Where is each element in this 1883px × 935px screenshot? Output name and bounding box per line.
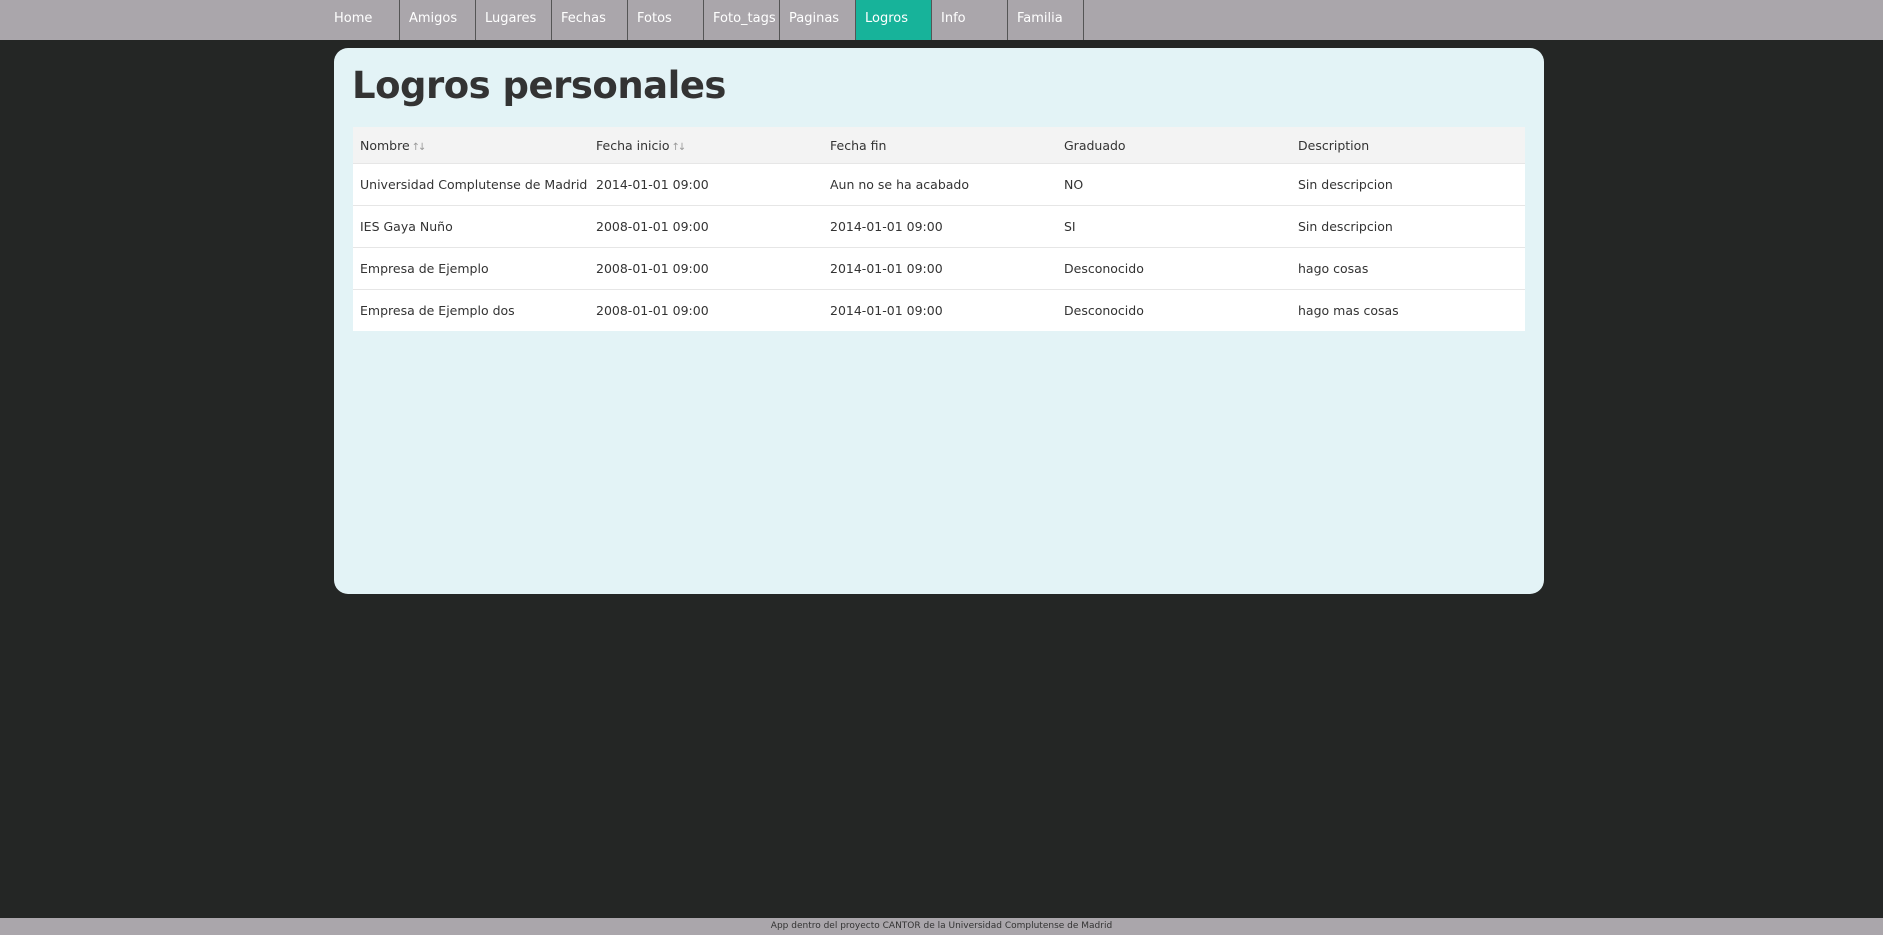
column-header-fecha-inicio[interactable]: Fecha inicio ↑↓	[589, 127, 823, 164]
nav-item-fechas[interactable]: Fechas	[552, 0, 628, 40]
column-header-label: Fecha fin	[830, 137, 887, 153]
cell-fecha-inicio: 2008-01-01 09:00	[589, 289, 823, 331]
table-header-row: Nombre ↑↓ Fecha inicio ↑↓ Fecha fin Gradua…	[353, 127, 1525, 164]
column-header-label: Description	[1298, 137, 1370, 153]
table-row: Empresa de Ejemplo 2008-01-01 09:00 2014…	[353, 247, 1525, 290]
table-row: IES Gaya Nuño 2008-01-01 09:00 2014-01-0…	[353, 205, 1525, 248]
nav-list: Home Amigos Lugares Fechas Fotos Foto_ta…	[325, 0, 1084, 40]
nav-item-amigos[interactable]: Amigos	[400, 0, 476, 40]
page-title: Logros personales	[352, 64, 726, 107]
nav-item-logros[interactable]: Logros	[856, 0, 932, 40]
cell-fecha-inicio: 2008-01-01 09:00	[589, 205, 823, 248]
nav-item-paginas[interactable]: Paginas	[780, 0, 856, 40]
cell-nombre: Universidad Complutense de Madrid	[353, 163, 589, 206]
nav-item-info[interactable]: Info	[932, 0, 1008, 40]
column-header-description: Description	[1291, 127, 1525, 164]
cell-nombre: Empresa de Ejemplo	[353, 247, 589, 290]
cell-nombre: IES Gaya Nuño	[353, 205, 589, 248]
sort-arrows-icon[interactable]: ↑↓	[672, 142, 687, 153]
top-navbar: Home Amigos Lugares Fechas Fotos Foto_ta…	[0, 0, 1883, 40]
cell-graduado: SI	[1057, 205, 1291, 248]
content-panel: Logros personales Nombre ↑↓ Fecha inicio ↑…	[334, 48, 1544, 594]
table-row: Universidad Complutense de Madrid 2014-0…	[353, 163, 1525, 206]
column-header-nombre[interactable]: Nombre ↑↓	[353, 127, 589, 164]
cell-graduado: Desconocido	[1057, 289, 1291, 331]
cell-description: hago cosas	[1291, 247, 1525, 290]
cell-fecha-inicio: 2014-01-01 09:00	[589, 163, 823, 206]
column-header-label: Graduado	[1064, 137, 1126, 153]
nav-item-fotos[interactable]: Fotos	[628, 0, 704, 40]
footer-text: App dentro del proyecto CANTOR de la Uni…	[770, 921, 1113, 931]
nav-item-familia[interactable]: Familia	[1008, 0, 1084, 40]
cell-graduado: Desconocido	[1057, 247, 1291, 290]
nav-item-home[interactable]: Home	[325, 0, 400, 40]
column-header-fecha-fin: Fecha fin	[823, 127, 1057, 164]
cell-fecha-inicio: 2008-01-01 09:00	[589, 247, 823, 290]
nav-item-foto-tags[interactable]: Foto_tags	[704, 0, 780, 40]
column-header-label: Fecha inicio	[596, 137, 670, 153]
cell-description: Sin descripcion	[1291, 163, 1525, 206]
cell-fecha-fin: Aun no se ha acabado	[823, 163, 1057, 206]
cell-fecha-fin: 2014-01-01 09:00	[823, 289, 1057, 331]
cell-fecha-fin: 2014-01-01 09:00	[823, 247, 1057, 290]
nav-item-lugares[interactable]: Lugares	[476, 0, 552, 40]
sort-arrows-icon[interactable]: ↑↓	[412, 142, 427, 153]
logros-table: Nombre ↑↓ Fecha inicio ↑↓ Fecha fin Gradua…	[353, 127, 1525, 331]
cell-graduado: NO	[1057, 163, 1291, 206]
cell-description: Sin descripcion	[1291, 205, 1525, 248]
footer: App dentro del proyecto CANTOR de la Uni…	[0, 918, 1883, 935]
cell-nombre: Empresa de Ejemplo dos	[353, 289, 589, 331]
column-header-graduado: Graduado	[1057, 127, 1291, 164]
cell-description: hago mas cosas	[1291, 289, 1525, 331]
column-header-label: Nombre	[360, 137, 410, 153]
cell-fecha-fin: 2014-01-01 09:00	[823, 205, 1057, 248]
table-row: Empresa de Ejemplo dos 2008-01-01 09:00 …	[353, 289, 1525, 331]
